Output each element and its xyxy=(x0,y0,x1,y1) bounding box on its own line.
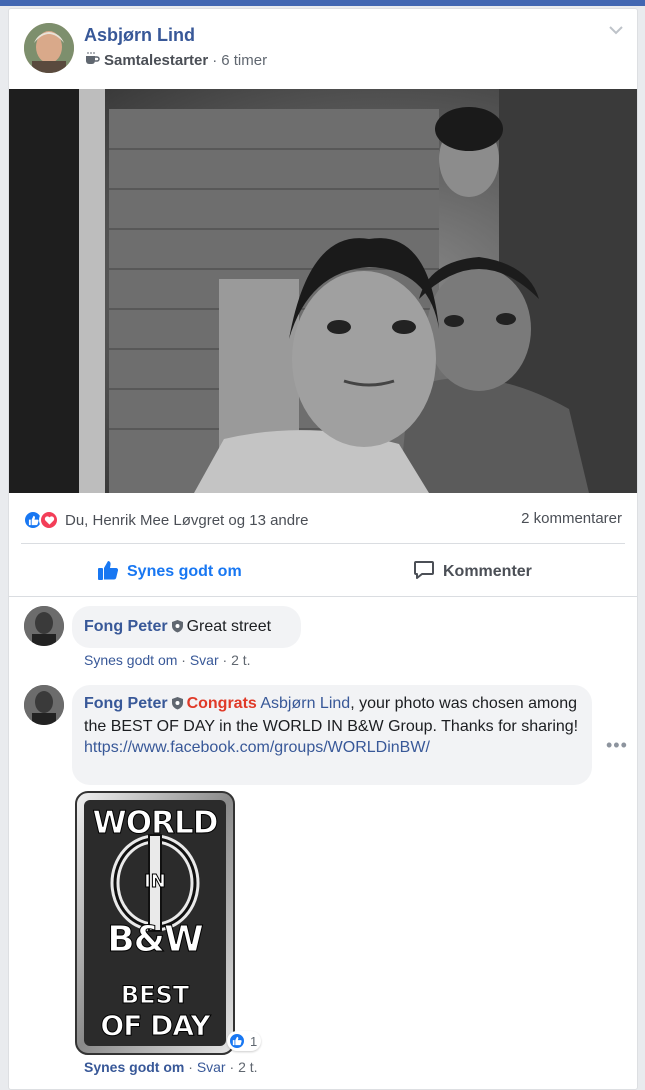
best-of-day-badge-image[interactable]: WORLD IN B&W BEST OF DAY xyxy=(75,791,235,1055)
divider xyxy=(9,596,637,597)
comments-count[interactable]: 2 kommentarer xyxy=(521,510,622,527)
meta-separator: · xyxy=(212,51,218,69)
love-reaction-icon xyxy=(39,510,59,530)
comment-author[interactable]: Fong Peter xyxy=(84,695,168,712)
comment-bubble: Fong Peter Great street xyxy=(72,606,301,648)
coffee-icon xyxy=(84,51,100,69)
top-nav-strip xyxy=(0,0,645,6)
like-reaction-icon xyxy=(228,1032,246,1050)
like-button-label: Synes godt om xyxy=(127,563,242,580)
congrats-text: Congrats xyxy=(186,695,257,712)
reaction-count: 1 xyxy=(250,1033,258,1049)
commenter-avatar[interactable] xyxy=(24,685,64,725)
mention-link[interactable]: Asbjørn Lind xyxy=(260,695,350,712)
shield-badge-icon xyxy=(171,695,184,716)
comment-time[interactable]: 2 t. xyxy=(238,1059,257,1075)
commenter-avatar[interactable] xyxy=(24,606,64,646)
comment-actions: Synes godt om · Svar · 2 t. xyxy=(84,652,251,668)
comment-actions: Synes godt om · Svar · 2 t. xyxy=(84,1059,258,1075)
post-photo[interactable] xyxy=(9,89,637,493)
post-card: Asbjørn Lind Samtalestarter · 6 timer Du… xyxy=(8,8,638,1090)
comment-icon xyxy=(413,559,435,586)
comment-reply-link[interactable]: Svar xyxy=(197,1059,226,1075)
shield-badge-icon xyxy=(171,618,184,639)
comment-time[interactable]: 2 t. xyxy=(231,652,250,668)
badge-label[interactable]: Samtalestarter xyxy=(104,52,208,69)
comment-text: Great street xyxy=(186,618,272,635)
comment-button[interactable]: Kommenter xyxy=(413,554,532,590)
reactions-text: Du, Henrik Mee Løvgret og 13 andre xyxy=(65,511,309,529)
post-author[interactable]: Asbjørn Lind xyxy=(84,25,195,46)
post-time[interactable]: 6 timer xyxy=(221,52,267,69)
badge-text-best: BEST xyxy=(120,981,190,1010)
badge-text-in: IN xyxy=(144,871,167,893)
badge-text-bw: B&W xyxy=(107,919,205,961)
like-button[interactable]: Synes godt om xyxy=(97,554,242,590)
comment-bubble: Fong Peter Congrats Asbjørn Lind, your ph… xyxy=(72,685,592,785)
comment-reaction-count[interactable]: 1 xyxy=(227,1031,262,1051)
group-link[interactable]: https://www.facebook.com/groups/WORLDinB… xyxy=(84,739,430,756)
more-options-icon[interactable]: ••• xyxy=(606,735,628,756)
chevron-down-icon[interactable] xyxy=(607,21,625,39)
badge-text-of-day: OF DAY xyxy=(100,1009,211,1043)
badge-text-world: WORLD xyxy=(92,805,219,842)
comment-button-label: Kommenter xyxy=(443,563,532,580)
reactions-summary[interactable]: Du, Henrik Mee Løvgret og 13 andre xyxy=(23,509,308,531)
comment-author[interactable]: Fong Peter xyxy=(84,618,168,635)
comment-reply-link[interactable]: Svar xyxy=(190,652,219,668)
author-avatar[interactable] xyxy=(24,23,74,73)
comment-like-link[interactable]: Synes godt om xyxy=(84,1059,184,1075)
divider xyxy=(21,543,625,544)
post-meta: Samtalestarter · 6 timer xyxy=(84,51,267,69)
comment-like-link[interactable]: Synes godt om xyxy=(84,652,177,668)
thumbs-up-icon xyxy=(97,559,119,586)
